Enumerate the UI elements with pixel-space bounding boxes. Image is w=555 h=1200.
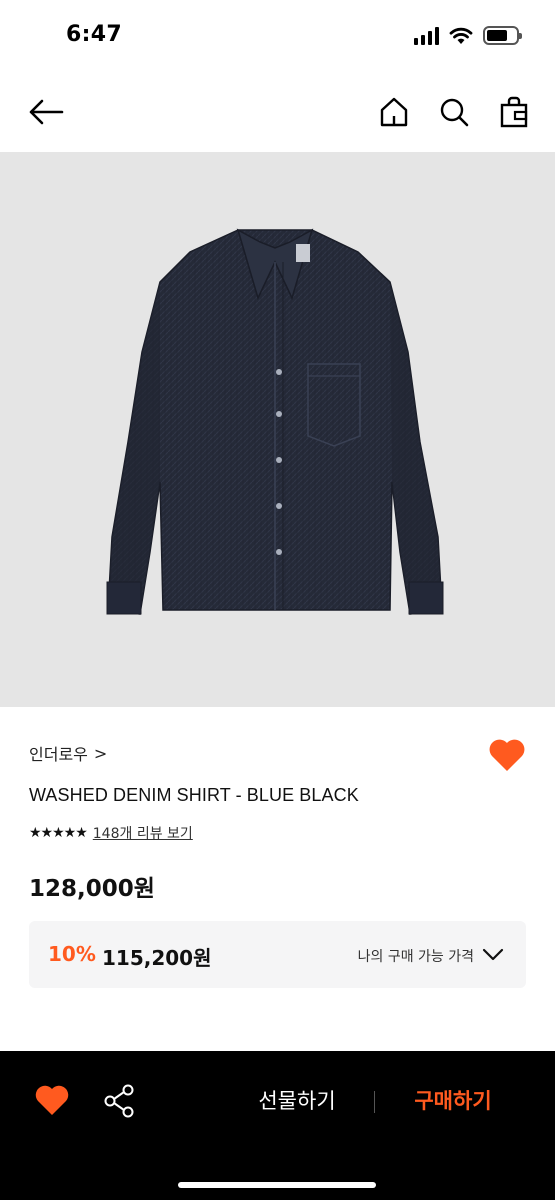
status-bar: 6:47	[0, 0, 555, 72]
brand-name: 인더로우	[29, 745, 88, 764]
divider	[374, 1091, 375, 1113]
status-icons	[414, 26, 522, 45]
star-rating-icon: ★★★★★	[29, 825, 88, 841]
product-image[interactable]	[0, 152, 555, 707]
status-time: 6:47	[66, 22, 122, 47]
shopping-bag-icon	[500, 96, 528, 128]
cellular-signal-icon	[414, 26, 439, 45]
rating-row: ★★★★★ 148개 리뷰 보기	[29, 823, 193, 843]
back-button[interactable]	[26, 92, 66, 132]
review-link[interactable]: 148개 리뷰 보기	[93, 823, 193, 843]
home-button[interactable]	[374, 92, 414, 132]
share-icon[interactable]	[102, 1083, 138, 1119]
battery-level	[487, 30, 507, 41]
discount-price: 115,200원	[102, 946, 212, 970]
my-price-dropdown[interactable]: 10% 115,200원 나의 구매 가능 가격	[29, 921, 526, 988]
denim-shirt-image	[106, 228, 444, 615]
chevron-down-icon	[482, 948, 504, 961]
chevron-right-icon: >	[93, 743, 108, 763]
wishlist-heart-button-icon[interactable]	[34, 1083, 70, 1119]
search-icon	[440, 98, 469, 127]
wifi-icon	[449, 27, 473, 44]
product-name: WASHED DENIM SHIRT - BLUE BLACK	[29, 785, 359, 805]
my-price-label: 나의 구매 가능 가격	[357, 949, 474, 965]
search-button[interactable]	[434, 92, 474, 132]
buy-button[interactable]: 구매하기	[396, 1085, 510, 1119]
bottom-action-bar: 선물하기 구매하기	[0, 1051, 555, 1200]
discount-rate: 10%	[48, 942, 96, 966]
top-nav-bar	[0, 72, 555, 152]
arrow-left-icon	[29, 99, 64, 125]
home-icon	[380, 97, 408, 127]
brand-link[interactable]: 인더로우 >	[29, 741, 107, 765]
wishlist-heart-icon[interactable]	[488, 737, 526, 773]
gift-button[interactable]: 선물하기	[240, 1085, 354, 1119]
shopping-bag-button[interactable]	[494, 92, 534, 132]
battery-icon	[483, 26, 522, 45]
product-price: 128,000원	[29, 876, 155, 902]
home-indicator	[178, 1182, 376, 1188]
